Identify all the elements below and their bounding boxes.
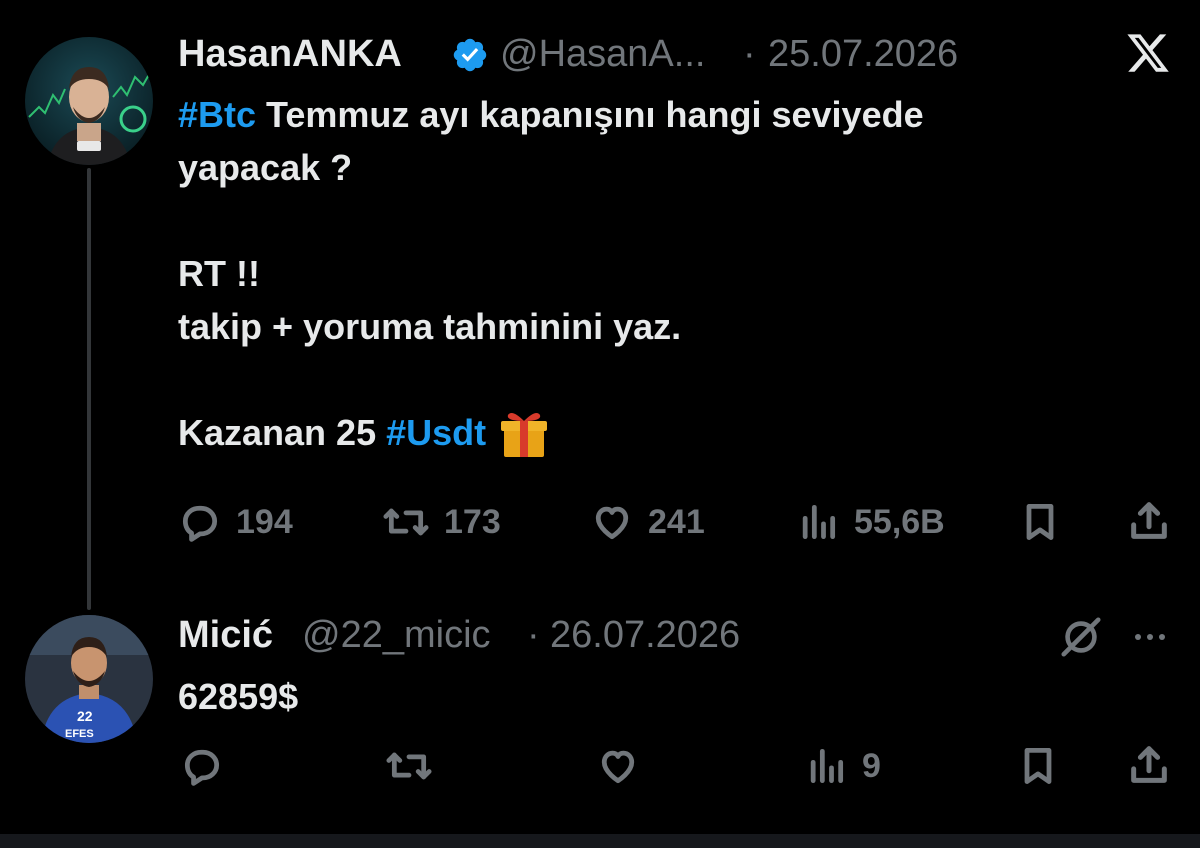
- reply-count: 194: [236, 502, 293, 541]
- repost-action[interactable]: 173: [382, 500, 501, 544]
- tweet-line-5: Kazanan 25 #Usdt: [178, 406, 1138, 459]
- views-icon: [802, 504, 836, 540]
- more-icon[interactable]: [1130, 622, 1170, 652]
- like-action[interactable]: 241: [590, 500, 705, 544]
- like-icon: [595, 506, 629, 540]
- views-count: 55,6B: [854, 502, 945, 541]
- reply-tweet[interactable]: 22 EFES Micić @22_micic · 26.07.2026 628…: [0, 600, 1200, 830]
- tweet-line-2: yapacak ?: [178, 147, 353, 188]
- grok-icon[interactable]: [1058, 614, 1104, 660]
- tweet-line-1: #Btc Temmuz ayı kapanışını hangi seviyed…: [178, 88, 1138, 141]
- reply-bookmark-icon[interactable]: [1016, 744, 1060, 788]
- tweet-line-5-text: Kazanan 25: [178, 412, 387, 453]
- tweet-date[interactable]: 25.07.2026: [768, 33, 958, 76]
- reply-icon: [182, 505, 218, 542]
- date-separator: ·: [743, 33, 756, 75]
- reply-date-separator: ·: [527, 614, 540, 656]
- share-icon[interactable]: [1126, 498, 1172, 544]
- main-tweet[interactable]: HasanANKA @HasanA... · 25.07.2026 #Btc T…: [0, 0, 1200, 600]
- reply-body: 62859$: [178, 676, 299, 717]
- reply-reply-icon[interactable]: [180, 744, 224, 788]
- reply-views-count: 9: [862, 746, 881, 785]
- author-handle[interactable]: @HasanA...: [500, 33, 705, 76]
- verified-badge-icon: [453, 38, 487, 72]
- bottom-edge: [0, 834, 1200, 848]
- reply-views-action[interactable]: 9: [804, 744, 881, 788]
- tweet-line-3: RT !!: [178, 253, 260, 294]
- author-name[interactable]: HasanANKA: [178, 33, 402, 76]
- like-count: 241: [648, 502, 705, 541]
- hashtag-btc[interactable]: #Btc: [178, 94, 256, 135]
- hashtag-usdt[interactable]: #Usdt: [386, 406, 486, 459]
- repost-icon: [383, 508, 429, 536]
- reply-repost-icon[interactable]: [385, 744, 433, 788]
- reply-like-icon[interactable]: [596, 744, 640, 788]
- reply-author-avatar[interactable]: 22 EFES: [25, 615, 153, 743]
- svg-text:22: 22: [77, 708, 93, 724]
- bookmark-icon[interactable]: [1018, 500, 1062, 544]
- tweet-line-4: takip + yoruma tahminini yaz.: [178, 306, 682, 347]
- x-logo-icon: [1127, 34, 1169, 72]
- author-avatar[interactable]: [25, 37, 153, 165]
- views-action[interactable]: 55,6B: [796, 500, 945, 544]
- reply-author-handle[interactable]: @22_micic: [302, 614, 491, 657]
- reply-action[interactable]: 194: [178, 500, 293, 544]
- tweet-line-1-text: Temmuz ayı kapanışını hangi seviyede: [256, 94, 924, 135]
- reply-author-name[interactable]: Micić: [178, 614, 273, 657]
- reply-share-icon[interactable]: [1126, 742, 1172, 788]
- gift-icon: [501, 412, 548, 457]
- svg-text:EFES: EFES: [65, 728, 94, 740]
- tweet-body: #Btc Temmuz ayı kapanışını hangi seviyed…: [178, 88, 1138, 459]
- reply-date[interactable]: 26.07.2026: [550, 614, 740, 657]
- reply-views-icon: [810, 748, 844, 784]
- repost-count: 173: [444, 502, 501, 541]
